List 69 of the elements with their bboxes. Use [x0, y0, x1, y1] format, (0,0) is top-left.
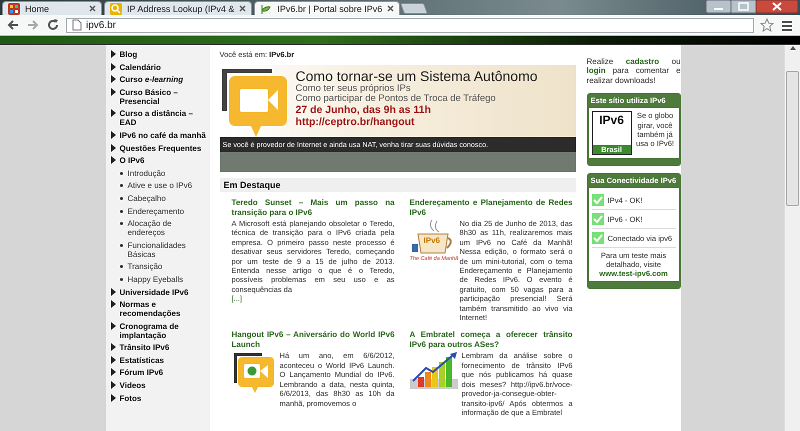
bullet-icon	[120, 222, 123, 226]
browser-tab[interactable]: IP Address Lookup (IPv4 &	[104, 1, 252, 15]
new-tab-button[interactable]	[400, 3, 428, 14]
prompt-link[interactable]: login	[586, 66, 606, 76]
banner-link[interactable]: http://ceptro.br/hangout	[296, 116, 538, 128]
bullet-icon	[120, 172, 123, 175]
event-banner[interactable]	[220, 65, 576, 172]
video-chat-icon	[222, 69, 290, 137]
sidebar-sublink[interactable]: Ative e use o IPv6	[128, 181, 192, 190]
sidebar-sublink[interactable]: Endereçamento	[128, 206, 184, 216]
article-title[interactable]: Endereçamento e Planejamento de Redes IPv6	[410, 198, 573, 217]
bullet-icon	[120, 196, 123, 200]
browser-tab[interactable]: IPv6.br | Portal sobre IPv6	[254, 1, 400, 15]
article-title[interactable]: Hangout IPv6 – Aniversário do World IPv6 Launch	[232, 330, 395, 350]
sidebar-sublink[interactable]: Introdução	[128, 168, 166, 178]
sidebar-link[interactable]: Estatísticas	[120, 356, 164, 365]
bullet-icon	[120, 184, 123, 188]
address-bar[interactable]: ipv6.br	[66, 18, 754, 32]
banner-subtitle: Como participar de Pontos de Troca de Tráfego	[296, 94, 497, 104]
star-icon[interactable]	[760, 18, 774, 32]
sidebar-sublink[interactable]: Cabeçalho	[128, 194, 166, 203]
close-icon[interactable]	[386, 4, 396, 13]
sidebar-link[interactable]: Trânsito IPv6	[120, 343, 170, 352]
triangle-icon	[110, 322, 116, 330]
sidebar-link[interactable]: Curso Básico – Presencial	[120, 88, 210, 106]
sidebar-link[interactable]: O IPv6	[120, 156, 144, 166]
page-icon	[71, 19, 82, 31]
browser-tab[interactable]: Home	[2, 1, 102, 15]
bullet-icon	[120, 210, 123, 213]
prompt-link[interactable]: cadastro	[626, 57, 660, 66]
sidebar-sublink[interactable]: Transição	[128, 262, 162, 272]
maximize-icon[interactable]	[731, 0, 756, 14]
banner-date: 27 de Junho, das 9h as 11h	[296, 104, 432, 116]
article-title[interactable]: Teredo Sunset – Mais um passo na transição para o IPv6	[232, 198, 395, 217]
sidebar-link[interactable]: Fórum IPv6	[120, 368, 164, 378]
cup-label: IPv6	[424, 236, 440, 245]
scrollbar-thumb[interactable]	[786, 71, 800, 206]
bullet-icon	[120, 265, 123, 268]
sidebar-link[interactable]: Questões Frequentes	[120, 144, 202, 153]
sidebar-link[interactable]: Curso a distância – EAD	[120, 109, 210, 128]
bullet-icon	[120, 244, 123, 247]
sidebar-link[interactable]: Curso e-learning	[120, 75, 184, 84]
banner-title: Como tornar-se um Sistema Autônomo	[296, 69, 538, 84]
minimize-icon[interactable]	[706, 0, 731, 14]
close-icon[interactable]	[238, 4, 248, 13]
menu-icon[interactable]	[780, 18, 794, 32]
login-prompt: Realize cadastro ou login para comentar e realizar downloads!	[586, 57, 681, 86]
sidebar-sublink[interactable]: Funcionalidades Básicas	[128, 240, 210, 259]
video-chat-drawing	[232, 351, 276, 394]
bar-chart-drawing	[410, 351, 458, 390]
sidebar-sublink[interactable]: Happy Eyeballs	[128, 274, 184, 284]
reload-icon[interactable]	[46, 18, 60, 32]
banner-subtitle: Como ter seus próprios IPs	[296, 84, 412, 94]
section-heading: Em Destaque	[220, 178, 576, 192]
back-icon[interactable]	[6, 18, 20, 32]
sidebar-link[interactable]: Calendário	[120, 62, 161, 72]
sidebar-link[interactable]: Blog	[120, 50, 138, 59]
sidebar-link[interactable]: Cronograma de implantação	[120, 322, 210, 340]
sidebar-link[interactable]: Normas e recomendações	[120, 300, 210, 318]
close-icon[interactable]	[88, 4, 97, 13]
sidebar-link[interactable]: Universidade IPv6	[120, 288, 188, 296]
sidebar-link[interactable]: Fotos	[120, 394, 142, 403]
bullet-icon	[120, 278, 123, 281]
sidebar-link[interactable]: IPv6 no café da manhã	[120, 130, 206, 140]
article-title[interactable]: A Embratel começa a oferecer trânsito IPv6 para outros ASes?	[410, 330, 573, 350]
sidebar-sublink[interactable]: Alocação de endereços	[128, 219, 210, 238]
close-icon[interactable]	[756, 0, 798, 14]
sidebar-link[interactable]: Videos	[120, 381, 146, 390]
triangle-icon	[110, 109, 116, 118]
